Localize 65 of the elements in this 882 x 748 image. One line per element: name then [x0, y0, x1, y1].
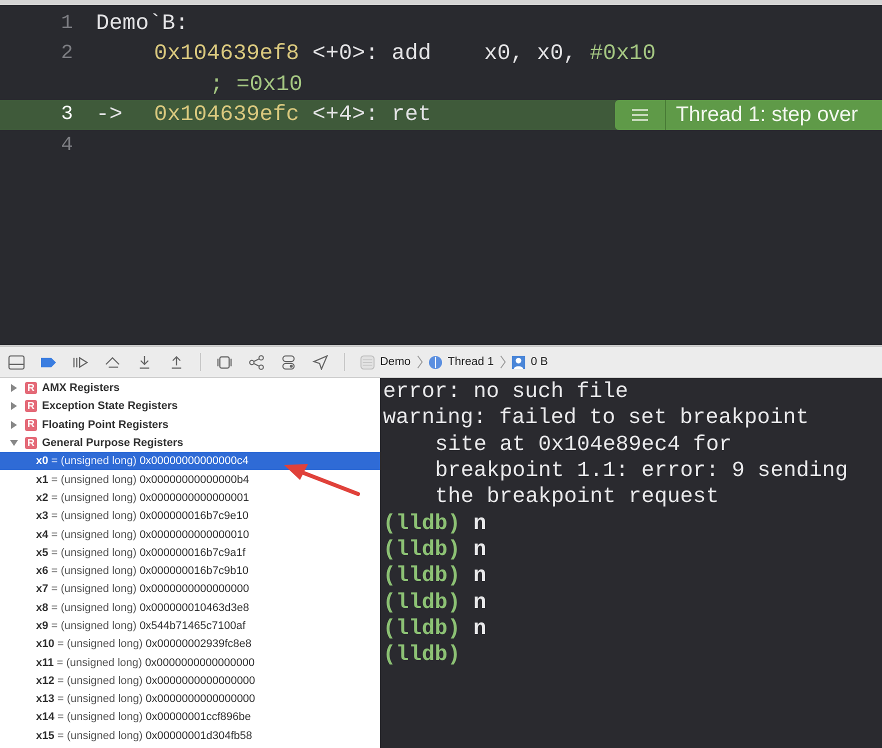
register-row[interactable]: x9 = (unsigned long) 0x544b71465c7100af: [0, 616, 380, 636]
disclosure-triangle-icon[interactable]: [10, 384, 18, 392]
console-output: error: no such file: [383, 380, 628, 404]
code-text: 0x104639ef8 <+0>: add x0, x0, #0x10: [154, 41, 656, 66]
panel-toggle-icon[interactable]: [8, 354, 25, 370]
console-output: warning: failed to set breakpoint: [383, 406, 809, 430]
breadcrumb-item[interactable]: Demo: [360, 354, 411, 370]
register-group[interactable]: R General Purpose Registers: [0, 434, 380, 452]
menu-icon: [630, 108, 649, 120]
breadcrumb-item[interactable]: Thread 1: [428, 354, 494, 370]
register-row[interactable]: x13 = (unsigned long) 0x0000000000000000: [0, 690, 380, 708]
console-command: n: [473, 512, 486, 536]
chevron-icon: [498, 354, 506, 370]
current-line-arrow: ->: [96, 102, 124, 128]
memory-graph-icon[interactable]: [248, 354, 265, 370]
register-row[interactable]: x5 = (unsigned long) 0x000000016b7c9a1f: [0, 544, 380, 562]
environment-toggle-icon[interactable]: [280, 354, 297, 370]
disclosure-triangle-icon[interactable]: [10, 420, 18, 429]
register-group[interactable]: R AMX Registers: [0, 379, 380, 398]
thread-icon: [428, 354, 443, 370]
lldb-prompt: (lldb): [383, 616, 460, 641]
console-command: n: [473, 616, 486, 641]
line-number: 1: [60, 12, 73, 35]
continue-icon[interactable]: [72, 354, 89, 370]
line-number: 3: [60, 103, 73, 126]
disclosure-triangle-icon[interactable]: [10, 402, 18, 410]
lldb-prompt: (lldb): [383, 564, 460, 588]
location-arrow-icon[interactable]: [312, 354, 329, 370]
step-over-icon[interactable]: [104, 354, 121, 370]
console-output: breakpoint 1.1: error: 9 sending: [435, 459, 848, 484]
app-icon: [360, 354, 375, 370]
console-command: n: [473, 538, 486, 562]
register-row[interactable]: x2 = (unsigned long) 0x0000000000000001: [0, 488, 380, 508]
register-group[interactable]: R Floating Point Registers: [0, 416, 380, 434]
register-group[interactable]: R Exception State Registers: [0, 397, 380, 416]
console-command: n: [473, 564, 486, 588]
register-row[interactable]: x11 = (unsigned long) 0x0000000000000000: [0, 653, 380, 672]
code-text: ; =0x10: [210, 72, 302, 97]
console-command: n: [473, 590, 486, 615]
code-text: 0x104639efc <+4>: ret: [154, 102, 432, 128]
chevron-icon: [416, 354, 423, 370]
register-row[interactable]: x1 = (unsigned long) 0x00000000000000b4: [0, 470, 380, 489]
disclosure-triangle-icon[interactable]: [10, 439, 18, 448]
lldb-prompt: (lldb): [383, 512, 460, 536]
line-number: 2: [60, 42, 73, 66]
view-hierarchy-icon[interactable]: [216, 354, 233, 370]
register-row[interactable]: x0 = (unsigned long) 0x00000000000000c4: [0, 452, 380, 470]
lldb-prompt: (lldb): [383, 538, 460, 562]
lldb-prompt: (lldb): [383, 590, 460, 615]
breadcrumb-item[interactable]: 0 B: [510, 354, 548, 370]
register-row[interactable]: x6 = (unsigned long) 0x000000016b7c9b10: [0, 562, 380, 580]
register-row[interactable]: x12 = (unsigned long) 0x0000000000000000: [0, 672, 380, 690]
register-row[interactable]: x4 = (unsigned long) 0x0000000000000010: [0, 525, 380, 544]
register-row[interactable]: x14 = (unsigned long) 0x00000001ccf896be: [0, 708, 380, 727]
console-output: the breakpoint request: [435, 485, 719, 510]
console-output: site at 0x104e89ec4 for: [435, 432, 732, 457]
register-row[interactable]: x8 = (unsigned long) 0x000000010463d3e8: [0, 598, 380, 617]
register-row[interactable]: x15 = (unsigned long) 0x00000001d304fb58: [0, 726, 380, 745]
line-number: 4: [60, 134, 73, 157]
code-text: Demo`B:: [96, 10, 188, 36]
register-row[interactable]: x3 = (unsigned long) 0x000000016b7c9e10: [0, 507, 380, 526]
lldb-prompt: (lldb): [383, 643, 460, 668]
register-row[interactable]: x7 = (unsigned long) 0x0000000000000000: [0, 580, 380, 599]
register-row[interactable]: x10 = (unsigned long) 0x00000002939fc8e8: [0, 635, 380, 654]
person-icon: [510, 354, 526, 370]
